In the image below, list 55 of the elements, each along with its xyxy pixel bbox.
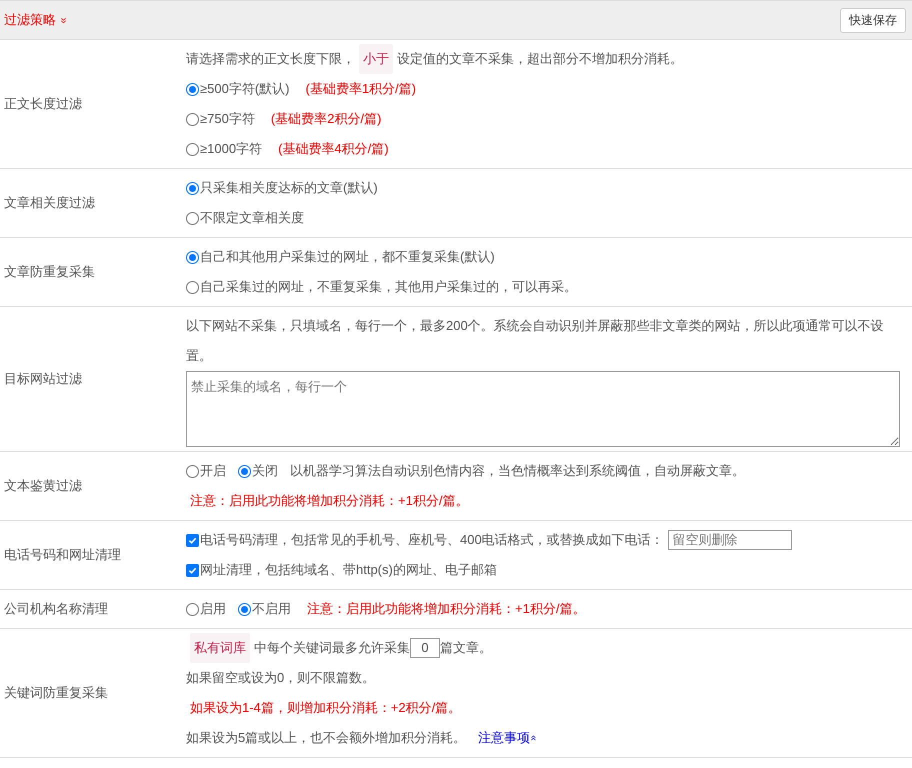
checkbox-label[interactable]: 电话号码清理，包括常见的手机号、座机号、400电话格式，或替换成如下电话： — [200, 525, 664, 555]
highlight-tag: 小于 — [359, 44, 393, 74]
description-text: 设定值的文章不采集，超出部分不增加积分消耗。 — [397, 50, 683, 68]
radio-label[interactable]: 自己和其他用户采集过的网址，都不重复采集(默认) — [200, 242, 495, 272]
radio-label[interactable]: 关闭 — [252, 456, 278, 486]
warning-note: (基础费率2积分/篇) — [270, 110, 382, 128]
radio-button[interactable] — [186, 82, 199, 96]
radio-button[interactable] — [186, 182, 199, 194]
warning-note: (基础费率4积分/篇) — [278, 140, 389, 158]
radio-button[interactable] — [186, 250, 199, 264]
description-text: 以机器学习算法自动识别色情内容，当色情概率达到系统阈值，自动屏蔽文章。 — [290, 462, 745, 480]
radio-label[interactable]: ≥500字符(默认) — [200, 74, 290, 104]
radio-button[interactable] — [186, 280, 199, 294]
setting-label: 文章防重复采集 — [4, 263, 95, 282]
radio-label[interactable]: ≥750字符 — [200, 104, 255, 134]
radio-label[interactable]: 启用 — [200, 594, 226, 624]
notes-link[interactable]: 注意事项 » — [478, 723, 537, 753]
setting-label: 公司机构名称清理 — [4, 600, 108, 618]
phone-input-field[interactable]: 留空则删除 — [668, 530, 792, 550]
warning-note: 注意：启用此功能将增加积分消耗：+1积分/篇。 — [190, 492, 468, 510]
warning-note: 如果设为1-4篇，则增加积分消耗：+2积分/篇。 — [190, 699, 462, 717]
description-text: 如果设为5篇或以上，也不会额外增加积分消耗。 — [186, 729, 466, 747]
quick-save-button[interactable]: 快速保存 — [840, 8, 906, 32]
radio-label[interactable]: 不限定文章相关度 — [200, 203, 304, 233]
checkbox[interactable] — [186, 534, 199, 546]
setting-label: 关键词防重复采集 — [4, 684, 108, 702]
radio-button[interactable] — [238, 464, 251, 478]
radio-button[interactable] — [186, 212, 199, 224]
warning-note: (基础费率1积分/篇) — [305, 80, 416, 98]
number-input-field[interactable]: 0 — [410, 638, 440, 658]
warning-note: 注意：启用此功能将增加积分消耗：+1积分/篇。 — [307, 600, 586, 618]
description-text: 篇文章。 — [440, 639, 492, 657]
checkbox-label[interactable]: 网址清理，包括纯域名、带http(s)的网址、电子邮箱 — [200, 555, 497, 585]
radio-button[interactable] — [186, 112, 199, 126]
description-text: 如果留空或设为0，则不限篇数。 — [186, 669, 376, 687]
radio-button[interactable] — [186, 602, 199, 616]
highlight-tag: 私有词库 — [190, 633, 250, 663]
setting-label: 文本鉴黄过滤 — [4, 477, 82, 496]
setting-label: 目标网站过滤 — [4, 370, 82, 388]
setting-label: 电话号码和网址清理 — [4, 546, 121, 564]
radio-button[interactable] — [186, 464, 199, 478]
setting-label: 正文长度过滤 — [4, 95, 82, 114]
radio-label[interactable]: ≥1000字符 — [200, 134, 262, 164]
radio-button[interactable] — [238, 602, 251, 616]
radio-button[interactable] — [186, 142, 199, 156]
setting-label: 文章相关度过滤 — [4, 194, 95, 212]
radio-label[interactable]: 只采集相关度达标的文章(默认) — [200, 173, 378, 203]
description-text: 中每个关键词最多允许采集 — [254, 639, 410, 657]
description-text: 以下网站不采集，只填域名，每行一个，最多200个。系统会自动识别并屏蔽那些非文章类的网站，所以此项通常可以不设置。 — [186, 317, 885, 365]
radio-label[interactable]: 不启用 — [252, 594, 291, 624]
radio-label[interactable]: 自己采集过的网址，不重复采集，其他用户采集过的，可以再采。 — [200, 272, 577, 302]
checkbox[interactable] — [186, 564, 199, 576]
domain-textarea[interactable]: 禁止采集的域名，每行一个 — [186, 371, 900, 447]
description-text: 请选择需求的正文长度下限， — [186, 50, 355, 68]
radio-label[interactable]: 开启 — [200, 456, 226, 486]
